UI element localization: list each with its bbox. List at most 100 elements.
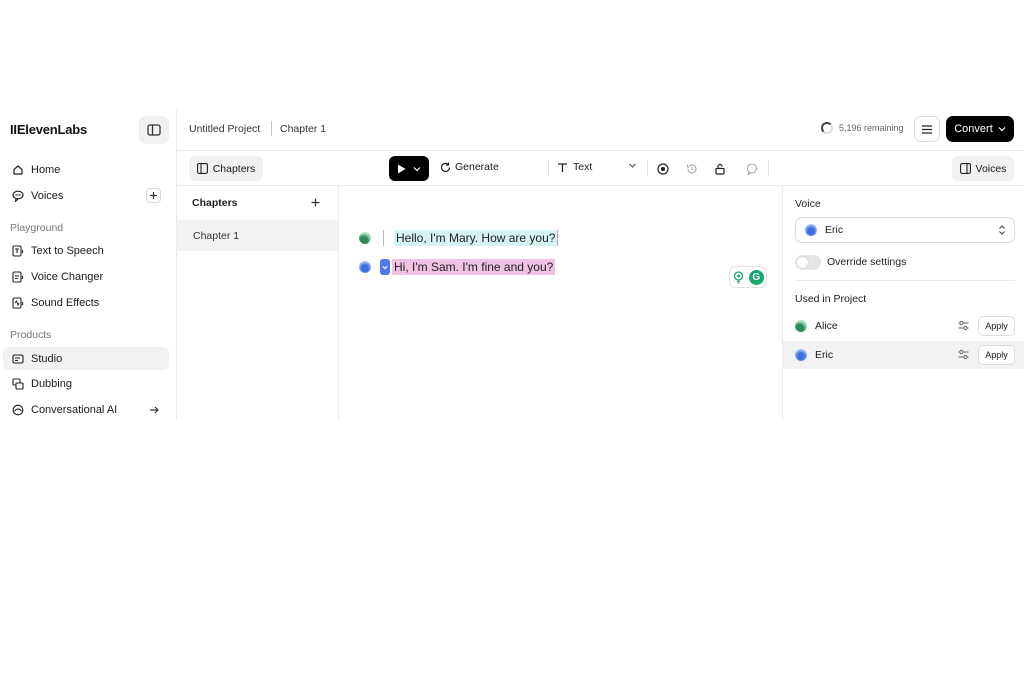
play-icon — [397, 164, 406, 173]
script-editor[interactable]: Hello, I'm Mary. How are you? Hi, I'm Sa… — [339, 186, 782, 420]
voice-avatar — [805, 224, 817, 236]
speaker-avatar-mary[interactable] — [359, 232, 371, 244]
add-chapter-button[interactable] — [308, 195, 323, 210]
generate-button[interactable]: Generate — [440, 161, 499, 173]
chapters-panel-title: Chapters — [192, 197, 238, 209]
toolbar-divider — [548, 160, 549, 176]
override-settings-label: Override settings — [827, 256, 907, 268]
sidebar-item-label: Home — [31, 163, 61, 176]
settings-sliders-icon[interactable] — [958, 349, 969, 360]
sidebar-item-voice-changer[interactable]: Voice Changer — [3, 265, 169, 288]
stop-record-icon[interactable] — [655, 161, 670, 176]
used-voice-name: Alice — [815, 320, 838, 332]
top-bar: Untitled Project Chapter 1 5,196 remaini… — [177, 110, 1024, 151]
text-format-icon — [558, 162, 567, 172]
sidebar-item-label: Studio — [31, 352, 63, 365]
sidebar-item-label: Sound Effects — [31, 296, 100, 309]
used-voice-row[interactable]: Eric Apply — [783, 341, 1024, 369]
paragraph-marker — [383, 230, 384, 246]
text-to-speech-icon — [11, 244, 25, 258]
apply-button[interactable]: Apply — [978, 345, 1015, 365]
used-voice-name: Eric — [815, 349, 834, 361]
voice-select[interactable]: Eric — [795, 217, 1015, 243]
convert-button[interactable]: Convert — [946, 116, 1014, 142]
breadcrumb-project[interactable]: Untitled Project — [189, 123, 260, 135]
chevron-down-icon[interactable] — [413, 166, 421, 172]
used-in-project-title: Used in Project — [795, 293, 867, 305]
panel-icon — [147, 124, 161, 136]
chevron-updown-icon — [999, 225, 1005, 235]
refresh-icon — [440, 162, 451, 172]
chevron-down-icon — [998, 127, 1006, 132]
sidebar-collapse-button[interactable] — [139, 116, 169, 144]
paragraph-text[interactable]: Hello, I'm Mary. How are you? — [394, 230, 559, 246]
credits-remaining-text: 5,196 remaining — [839, 123, 904, 133]
comment-icon[interactable] — [744, 161, 759, 176]
apply-button[interactable]: Apply — [978, 316, 1015, 336]
speaker-avatar-sam[interactable] — [359, 261, 371, 273]
voice-label: Voice — [795, 198, 821, 210]
voices-toggle-button[interactable]: Voices — [952, 156, 1014, 181]
voice-dropdown-button[interactable] — [380, 259, 390, 275]
toolbar-divider — [768, 160, 769, 176]
toolbar-divider — [647, 160, 648, 176]
arrow-right-icon[interactable] — [146, 402, 161, 417]
home-icon — [11, 163, 25, 177]
used-voice-row[interactable]: Alice Apply — [783, 312, 1024, 340]
sidebar-item-conversational-ai[interactable]: Conversational AI — [3, 398, 169, 421]
voice-changer-icon — [11, 270, 25, 284]
sound-effects-icon — [11, 296, 25, 310]
chevron-down-icon — [382, 265, 388, 269]
chapter-item-label: Chapter 1 — [193, 229, 240, 242]
settings-sliders-icon[interactable] — [958, 320, 969, 331]
add-voice-button[interactable] — [146, 188, 161, 203]
chevron-down-icon — [629, 163, 636, 168]
lightbulb-icon[interactable] — [732, 270, 744, 284]
section-label-playground: Playground — [10, 222, 64, 234]
sidebar-item-text-to-speech[interactable]: Text to Speech — [3, 239, 169, 262]
sidebar: IIElevenLabs Home Voices Playground Text… — [0, 110, 177, 420]
sidebar-item-home[interactable]: Home — [3, 158, 169, 181]
paragraph-text[interactable]: Hi, I'm Sam. I'm fine and you? — [392, 259, 556, 275]
chapters-toggle-label: Chapters — [212, 162, 256, 175]
credits-progress-icon — [821, 122, 833, 134]
sidebar-item-voices[interactable]: Voices — [3, 184, 169, 207]
history-icon[interactable] — [684, 161, 699, 176]
sidebar-item-label: Dubbing — [31, 377, 72, 390]
conversational-ai-icon — [11, 403, 25, 417]
generate-label: Generate — [455, 161, 499, 173]
unlock-icon[interactable] — [712, 161, 727, 176]
voices-toggle-label: Voices — [975, 162, 1007, 175]
divider — [795, 280, 1015, 281]
text-mode-select[interactable]: Text — [557, 161, 637, 173]
voices-panel: Voice Eric Override settings Used in Pro… — [782, 186, 1024, 420]
convert-label: Convert — [954, 123, 993, 135]
sidebar-item-studio[interactable]: Studio — [3, 347, 169, 370]
plus-icon — [311, 198, 320, 207]
breadcrumb-chapter[interactable]: Chapter 1 — [280, 123, 326, 135]
studio-icon — [11, 352, 25, 366]
dubbing-icon — [11, 377, 25, 391]
play-button[interactable] — [389, 156, 429, 181]
menu-button[interactable] — [914, 116, 940, 142]
chapters-toggle-button[interactable]: Chapters — [189, 156, 263, 181]
voices-icon — [11, 189, 25, 203]
credits-remaining: 5,196 remaining — [821, 122, 904, 134]
section-label-products: Products — [10, 329, 52, 341]
sidebar-item-sound-effects[interactable]: Sound Effects — [3, 291, 169, 314]
editor-toolbar: Chapters Generate Text Voices — [177, 151, 1024, 186]
text-mode-label: Text — [573, 161, 593, 173]
override-settings-toggle[interactable] — [795, 255, 821, 270]
sidebar-item-label: Conversational AI — [31, 403, 118, 416]
paragraph-line[interactable]: Hi, I'm Sam. I'm fine and you? — [359, 259, 556, 275]
sidebar-item-label: Voices — [31, 189, 64, 202]
chapter-list-item[interactable]: Chapter 1 — [177, 220, 338, 251]
plus-icon — [150, 192, 157, 199]
grammarly-icon[interactable]: G — [748, 269, 764, 285]
writing-assistant-widget[interactable]: G — [729, 266, 767, 288]
paragraph-line[interactable]: Hello, I'm Mary. How are you? — [359, 230, 559, 246]
sidebar-item-dubbing[interactable]: Dubbing — [3, 372, 169, 395]
voice-avatar — [795, 349, 807, 361]
sidebar-panel-icon — [196, 163, 208, 174]
chapters-panel: Chapters Chapter 1 — [177, 186, 339, 420]
